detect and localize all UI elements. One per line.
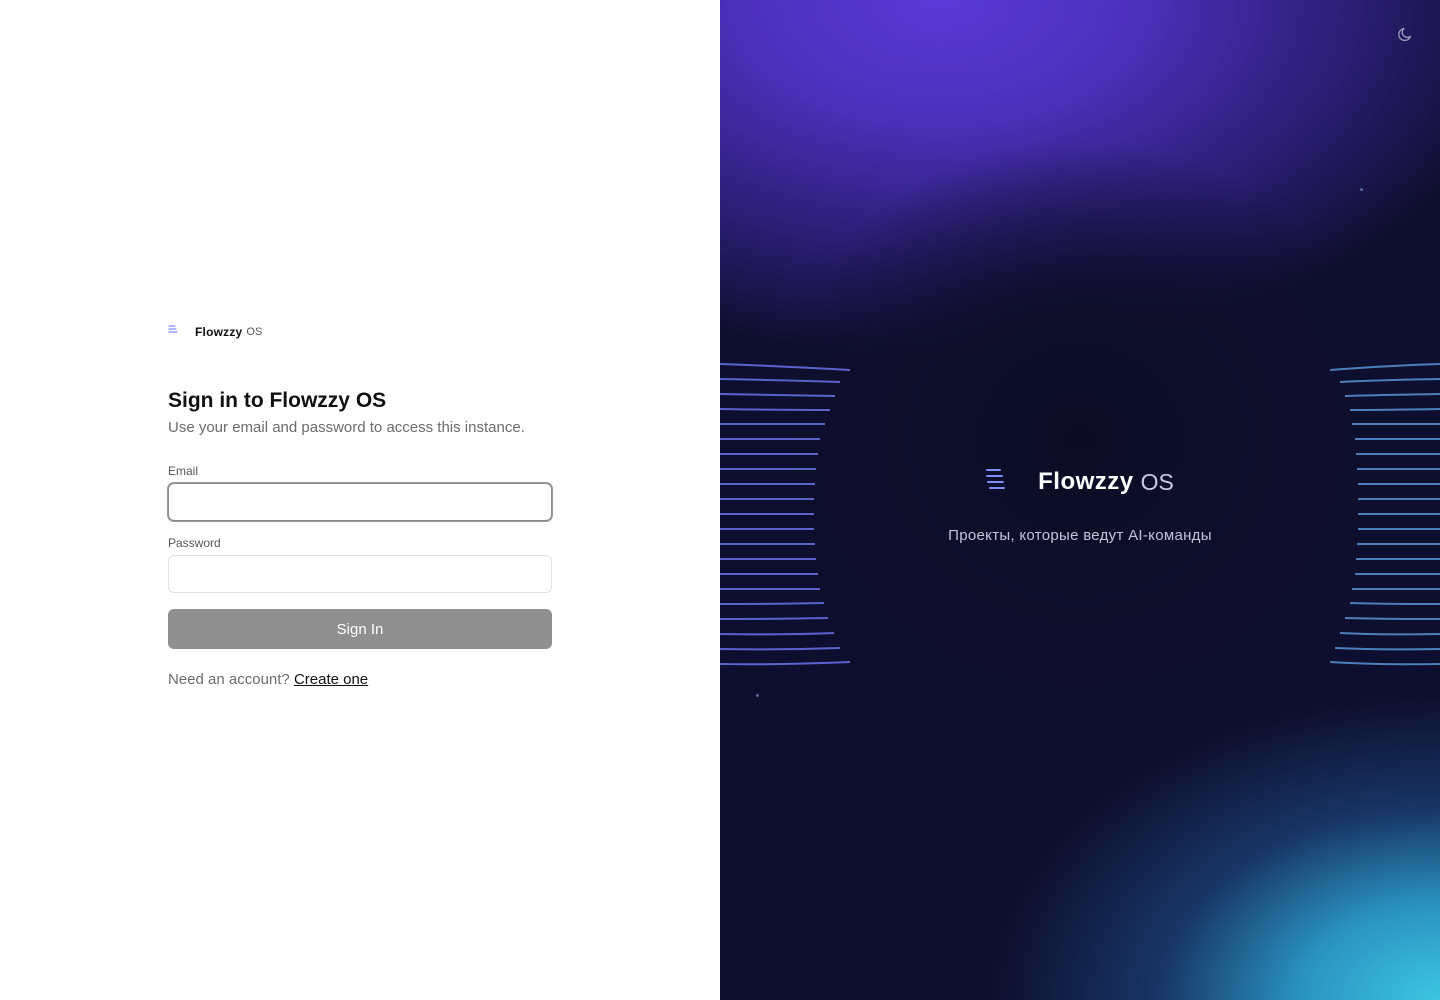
flowzzy-logo-icon bbox=[168, 323, 192, 342]
moon-icon bbox=[1398, 27, 1412, 42]
password-label: Password bbox=[168, 536, 221, 550]
login-form: Flowzzy OS Sign in to Flowzzy OS Use you… bbox=[168, 320, 552, 690]
hero-content: Flowzzy OS Проекты, которые ведут AI-ком… bbox=[720, 462, 1440, 544]
theme-toggle-button[interactable] bbox=[1396, 24, 1416, 44]
login-panel: Flowzzy OS Sign in to Flowzzy OS Use you… bbox=[0, 0, 720, 1000]
hero-brand-name: Flowzzy bbox=[1038, 468, 1134, 495]
sign-in-button[interactable]: Sign In bbox=[168, 609, 552, 649]
brand-suffix: OS bbox=[246, 326, 263, 338]
flowzzy-logo-icon bbox=[986, 464, 1031, 500]
signup-prompt: Need an account? Create one bbox=[168, 670, 552, 690]
brand-name: Flowzzy bbox=[195, 325, 243, 339]
page-title: Sign in to Flowzzy OS bbox=[168, 389, 387, 412]
email-label: Email bbox=[168, 464, 199, 478]
password-input[interactable] bbox=[168, 555, 552, 593]
create-account-link[interactable]: Create one bbox=[294, 671, 368, 688]
signup-prompt-text: Need an account? bbox=[168, 671, 290, 688]
hero-panel: Flowzzy OS Проекты, которые ведут AI-ком… bbox=[720, 0, 1440, 1000]
hero-brand: Flowzzy OS bbox=[986, 462, 1174, 502]
hero-brand-suffix: OS bbox=[1140, 468, 1174, 495]
hero-particle bbox=[1360, 188, 1363, 191]
page-subtitle: Use your email and password to access th… bbox=[168, 419, 525, 436]
brand: Flowzzy OS bbox=[168, 320, 552, 344]
hero-tagline: Проекты, которые ведут AI-команды bbox=[948, 527, 1212, 544]
hero-particle bbox=[756, 694, 759, 697]
email-input[interactable] bbox=[168, 483, 552, 521]
